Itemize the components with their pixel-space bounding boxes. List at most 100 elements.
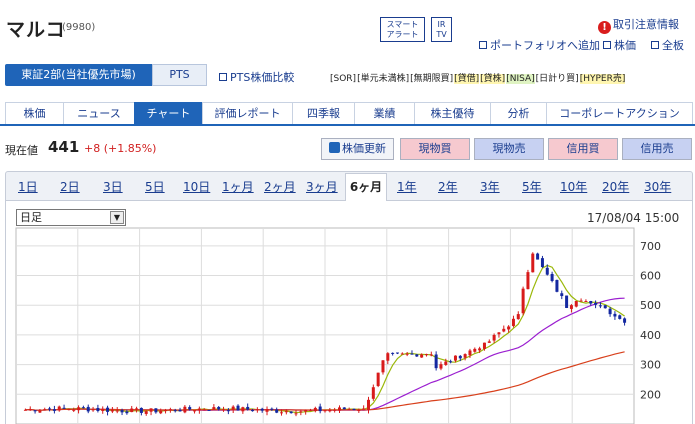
candle-body — [507, 326, 511, 330]
candle-body — [313, 407, 317, 412]
y-tick-label: 400 — [640, 329, 661, 342]
candle-body — [482, 342, 486, 349]
candle-body — [251, 410, 255, 412]
candle-body — [410, 353, 414, 355]
candle-body — [565, 295, 569, 308]
candle-body — [623, 318, 627, 323]
candle-body — [420, 354, 424, 358]
candle-body — [270, 408, 274, 410]
candle-body — [478, 348, 482, 351]
candle-body — [260, 408, 264, 411]
candle-body — [212, 407, 216, 410]
candle-body — [154, 408, 158, 413]
candle-body — [439, 364, 443, 369]
candle-body — [38, 410, 42, 413]
candle-body — [386, 353, 390, 361]
y-tick-label: 200 — [640, 388, 661, 401]
candle-body — [43, 409, 47, 411]
candle-body — [453, 355, 457, 361]
y-tick-label: 300 — [640, 359, 661, 372]
candle-body — [468, 350, 472, 356]
candle-body — [275, 409, 279, 413]
candle-body — [458, 355, 462, 359]
candle-body — [594, 302, 598, 305]
candle-body — [28, 409, 32, 411]
candle-body — [589, 301, 593, 304]
candle-body — [110, 409, 114, 412]
candle-body — [521, 288, 525, 314]
candle-body — [429, 354, 433, 356]
y-tick-label: 600 — [640, 270, 661, 283]
candle-body — [289, 411, 293, 414]
candle-body — [376, 372, 380, 386]
candle-body — [284, 411, 288, 413]
candle-body — [265, 409, 269, 412]
candle-body — [72, 409, 76, 411]
candle-body — [497, 332, 501, 335]
candle-body — [444, 361, 448, 365]
candle-body — [473, 348, 477, 352]
candle-body — [531, 253, 535, 273]
candle-body — [207, 409, 211, 411]
candle-body — [400, 353, 404, 355]
candle-body — [241, 407, 245, 412]
candle-body — [299, 411, 303, 413]
candle-body — [352, 408, 356, 410]
candle-body — [511, 318, 515, 326]
candle-body — [526, 272, 530, 290]
candle-body — [52, 409, 56, 411]
candle-body — [492, 334, 496, 341]
candle-body — [33, 410, 37, 412]
candle-body — [502, 328, 506, 332]
candle-body — [144, 411, 148, 414]
candle-body — [405, 353, 409, 355]
price-chart: 200 300 400 500 600 700 — [15, 227, 661, 424]
candle-body — [304, 409, 308, 412]
candle-body — [574, 300, 578, 307]
y-tick-label: 700 — [640, 240, 661, 253]
candle-body — [366, 399, 370, 410]
candle-body — [391, 352, 395, 354]
candle-body — [613, 313, 617, 317]
candle-body — [226, 410, 230, 412]
candle-body — [598, 305, 602, 307]
candle-body — [560, 293, 564, 297]
candle-body — [255, 409, 259, 411]
candle-body — [57, 406, 61, 411]
candle-body — [333, 409, 337, 411]
candle-body — [516, 314, 520, 320]
candle-body — [545, 267, 549, 275]
candle-body — [168, 409, 172, 411]
candle-body — [217, 406, 221, 410]
candle-body — [81, 407, 85, 409]
candle-body — [231, 406, 235, 410]
y-tick-label: 500 — [640, 299, 661, 312]
candle-body — [536, 253, 540, 260]
candle-body — [246, 406, 250, 410]
candle-body — [323, 410, 327, 412]
candle-body — [463, 354, 467, 358]
candle-body — [115, 410, 119, 412]
candle-body — [618, 315, 622, 319]
candle-body — [328, 409, 332, 412]
candle-body — [362, 408, 366, 410]
candle-body — [579, 300, 583, 302]
candle-body — [96, 407, 100, 411]
candle-body — [188, 407, 192, 410]
candle-body — [395, 352, 399, 354]
candle-body — [139, 407, 143, 413]
candle-body — [337, 407, 341, 411]
candle-body — [236, 405, 240, 411]
candle-body — [91, 409, 95, 411]
candle-body — [67, 409, 71, 411]
candle-body — [48, 408, 52, 410]
candle-body — [130, 408, 134, 413]
candle-body — [106, 407, 110, 412]
candle-body — [222, 409, 226, 411]
candle-body — [415, 354, 419, 357]
candle-body — [294, 413, 298, 415]
candle-body — [381, 360, 385, 373]
candle-body — [62, 407, 66, 409]
candle-body — [197, 408, 201, 411]
candle-body — [135, 408, 139, 410]
